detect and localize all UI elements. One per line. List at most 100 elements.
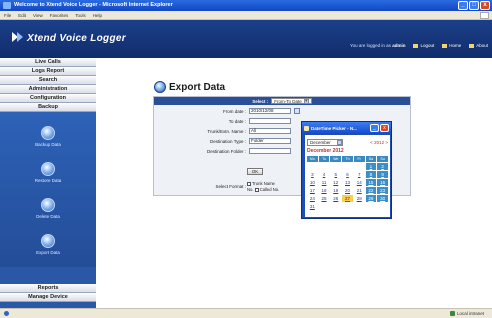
picker-close-button[interactable]: x: [380, 124, 389, 132]
minimize-button[interactable]: _: [458, 1, 468, 10]
weekday-header: Su: [377, 156, 388, 162]
calendar-empty-cell: [319, 203, 330, 210]
menu-file[interactable]: File: [4, 13, 11, 19]
month-select[interactable]: December: [307, 139, 343, 146]
trunk-name-checkbox[interactable]: [247, 181, 251, 186]
picker-minimize-button[interactable]: _: [370, 124, 379, 132]
calendar-day[interactable]: 29: [365, 195, 377, 202]
calendar-day[interactable]: 12: [330, 179, 341, 186]
calendar-day[interactable]: 17: [307, 187, 318, 194]
calendar-day[interactable]: 1: [365, 163, 377, 170]
home-link[interactable]: Home: [442, 43, 461, 48]
trunk-input[interactable]: All: [249, 128, 291, 134]
calendar-empty-cell: [366, 203, 377, 210]
about-link[interactable]: About: [469, 43, 488, 48]
year-next[interactable]: >: [385, 140, 388, 145]
weekday-header: Fr: [353, 156, 365, 162]
calendar-empty-cell: [377, 203, 388, 210]
ie-logo-icon: [3, 2, 11, 9]
weekday-header: Sa: [365, 156, 377, 162]
calendar-day[interactable]: 21: [354, 187, 365, 194]
calendar-empty-cell: [354, 163, 365, 170]
xtend-logo-icon: [12, 32, 23, 42]
nav-manage-device[interactable]: Manage Device: [0, 293, 96, 302]
restore-data-item[interactable]: Restore Data: [0, 162, 96, 183]
logout-link[interactable]: Logout: [413, 43, 434, 48]
menu-tools[interactable]: Tools: [75, 13, 86, 19]
top-links: You are logged in as admin Logout Home A…: [350, 43, 488, 48]
calendar-day[interactable]: 10: [307, 179, 318, 186]
calendar-panel: December < 2012 > December 2012 Mo Tu We Th…: [305, 135, 390, 217]
ok-button[interactable]: OK: [247, 168, 263, 175]
nav-live-calls[interactable]: Live Calls: [0, 58, 96, 67]
nav-configuration[interactable]: Configuration: [0, 94, 96, 103]
export-header: Export Data: [154, 81, 225, 93]
calendar-day[interactable]: 2: [377, 163, 388, 170]
home-icon: [442, 43, 448, 48]
calendar-day[interactable]: 26: [330, 195, 341, 202]
calendar-day[interactable]: 16: [377, 179, 388, 186]
delete-data-item[interactable]: Delete Data: [0, 198, 96, 219]
about-icon: [469, 43, 475, 48]
menu-help[interactable]: Help: [93, 13, 102, 19]
calendar-day[interactable]: 27: [342, 195, 353, 202]
calendar-day[interactable]: 6: [342, 171, 353, 178]
maximize-button[interactable]: □: [469, 1, 479, 10]
dest-folder-input[interactable]: [249, 148, 291, 154]
calendar-day[interactable]: 13: [342, 179, 353, 186]
select-dropdown[interactable]: From-To Date ▾: [271, 98, 312, 104]
calendar-day[interactable]: 31: [307, 203, 318, 210]
calendar-day[interactable]: 25: [319, 195, 330, 202]
calendar-day[interactable]: 24: [307, 195, 318, 202]
menu-favorites[interactable]: Favorites: [50, 13, 69, 19]
done-icon: [4, 311, 9, 316]
calendar-empty-cell: [307, 163, 318, 170]
calendar-day[interactable]: 22: [365, 187, 377, 194]
year-control[interactable]: < 2012 >: [370, 140, 388, 145]
calendar-day[interactable]: 7: [354, 171, 365, 178]
dest-folder-label: Destination Folder :: [206, 148, 246, 154]
menu-view[interactable]: View: [33, 13, 43, 19]
dest-type-select[interactable]: Folder: [249, 138, 291, 144]
backup-data-icon: [41, 126, 55, 140]
nav-administration[interactable]: Administration: [0, 85, 96, 94]
calendar-day[interactable]: 28: [354, 195, 365, 202]
calendar-day[interactable]: 4: [319, 171, 330, 178]
calendar-day[interactable]: 14: [354, 179, 365, 186]
calendar-day[interactable]: 20: [342, 187, 353, 194]
weekday-header: Th: [342, 156, 353, 162]
nav-reports[interactable]: Reports: [0, 284, 96, 293]
calendar-controls: December < 2012 >: [307, 139, 388, 146]
calendar-empty-cell: [330, 203, 341, 210]
intranet-icon: [449, 311, 455, 316]
calendar-day[interactable]: 23: [377, 187, 388, 194]
from-date-input[interactable]: 2010/12/08: [249, 108, 291, 114]
nav-backup[interactable]: Backup: [0, 103, 96, 112]
windows-logo-icon: [480, 12, 489, 19]
calendar-day[interactable]: 30: [377, 195, 388, 202]
backup-data-item[interactable]: Backup Data: [0, 126, 96, 147]
calendar-day[interactable]: 11: [319, 179, 330, 186]
calendar-day[interactable]: 9: [377, 171, 388, 178]
calendar-empty-cell: [342, 163, 353, 170]
calendar-day[interactable]: 19: [330, 187, 341, 194]
format-options: Trunk Name No. Called No.: [247, 181, 279, 193]
picker-title: DateTime Picker - N...: [311, 125, 357, 131]
calendar-day[interactable]: 15: [365, 179, 377, 186]
calendar-day[interactable]: 5: [330, 171, 341, 178]
export-data-item[interactable]: Export Data: [0, 234, 96, 255]
month-year-header: December 2012: [307, 148, 344, 154]
calendar-icon[interactable]: [294, 108, 300, 114]
menu-edit[interactable]: Edit: [18, 13, 26, 19]
to-date-input[interactable]: [249, 118, 291, 124]
trunk-label: Trunk/Extn. Name :: [207, 128, 246, 134]
nav-search[interactable]: Search: [0, 76, 96, 85]
called-no-checkbox[interactable]: [254, 187, 259, 192]
calendar-day[interactable]: 8: [365, 171, 377, 178]
calendar-day[interactable]: 18: [319, 187, 330, 194]
year-prev[interactable]: <: [370, 140, 373, 145]
nav-logs-report[interactable]: Logs Report: [0, 67, 96, 76]
close-button[interactable]: x: [480, 1, 490, 10]
calendar-day[interactable]: 3: [307, 171, 318, 178]
delete-data-icon: [41, 198, 55, 212]
